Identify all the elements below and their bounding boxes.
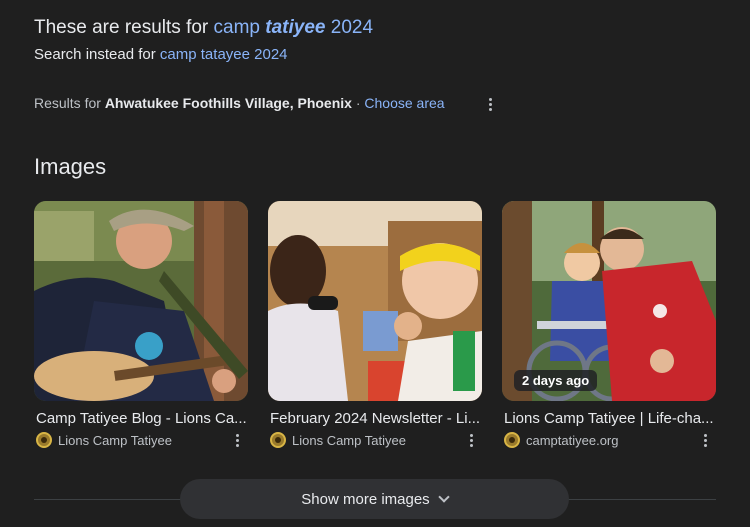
search-instead: Search instead for camp tatayee 2024 bbox=[34, 46, 288, 63]
images-section-title: Images bbox=[34, 154, 107, 179]
location-separator: · bbox=[355, 95, 361, 111]
more-vert-icon[interactable] bbox=[695, 430, 715, 450]
show-more-images-button[interactable]: Show more images bbox=[180, 479, 569, 519]
original-query-link[interactable]: camp tatayee 2024 bbox=[160, 46, 288, 63]
site-favicon bbox=[504, 432, 520, 448]
more-vert-icon[interactable] bbox=[461, 430, 481, 450]
image-thumbnail[interactable]: 2 days ago bbox=[502, 201, 716, 401]
image-result-title[interactable]: Lions Camp Tatiyee | Life-cha... bbox=[504, 410, 716, 427]
image-result-card[interactable]: February 2024 Newsletter - Li... Lions C… bbox=[268, 201, 482, 448]
image-result-title[interactable]: February 2024 Newsletter - Li... bbox=[270, 410, 482, 427]
image-result-source[interactable]: Lions Camp Tatiyee bbox=[270, 432, 406, 448]
divider bbox=[34, 499, 184, 500]
location-prefix: Results for bbox=[34, 95, 101, 111]
location-line: Results for Ahwatukee Foothills Village,… bbox=[34, 95, 445, 111]
site-favicon bbox=[36, 432, 52, 448]
correction-prefix: These are results for bbox=[34, 17, 209, 38]
show-more-label: Show more images bbox=[301, 490, 430, 508]
chevron-down-icon bbox=[438, 491, 450, 503]
image-result-source[interactable]: Lions Camp Tatiyee bbox=[36, 432, 172, 448]
image-thumbnail[interactable] bbox=[268, 201, 482, 401]
spelling-correction: These are results for camp tatiyee 2024 bbox=[34, 17, 373, 39]
more-vert-icon[interactable] bbox=[227, 430, 247, 450]
image-result-source[interactable]: camptatiyee.org bbox=[504, 432, 619, 448]
more-vert-icon[interactable] bbox=[480, 94, 500, 114]
location-place: Ahwatukee Foothills Village, Phoenix bbox=[104, 95, 352, 111]
source-name: camptatiyee.org bbox=[526, 432, 619, 448]
search-instead-prefix: Search instead for bbox=[34, 46, 156, 63]
divider bbox=[566, 499, 716, 500]
choose-area-link[interactable]: Choose area bbox=[364, 95, 444, 111]
site-favicon bbox=[270, 432, 286, 448]
image-result-card[interactable]: Camp Tatiyee Blog - Lions Ca... Lions Ca… bbox=[34, 201, 248, 448]
source-name: Lions Camp Tatiyee bbox=[292, 432, 406, 448]
source-name: Lions Camp Tatiyee bbox=[58, 432, 172, 448]
recency-badge: 2 days ago bbox=[514, 370, 598, 391]
image-thumbnail[interactable] bbox=[34, 201, 248, 401]
image-result-card[interactable]: 2 days ago Lions Camp Tatiyee | Life-cha… bbox=[502, 201, 716, 448]
corrected-query-link[interactable]: camp tatiyee 2024 bbox=[214, 17, 374, 38]
image-result-title[interactable]: Camp Tatiyee Blog - Lions Ca... bbox=[36, 410, 248, 427]
